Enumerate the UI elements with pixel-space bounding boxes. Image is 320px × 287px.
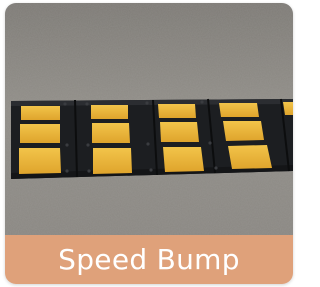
- speed-bump: [11, 98, 293, 179]
- product-title: Speed Bump: [58, 243, 240, 276]
- speed-bump-photo: [5, 3, 293, 235]
- caption-band: Speed Bump: [5, 235, 293, 284]
- product-card[interactable]: Speed Bump: [5, 3, 293, 284]
